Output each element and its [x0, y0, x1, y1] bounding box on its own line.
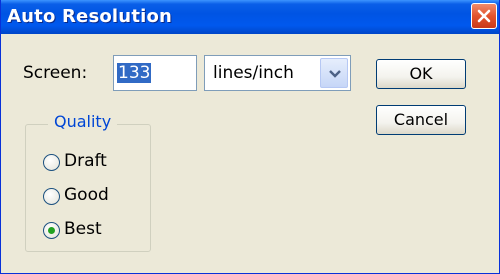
draft-radio[interactable] [43, 154, 60, 171]
good-label: Good [64, 185, 109, 205]
best-radio[interactable] [43, 222, 60, 239]
quality-legend: Quality [48, 112, 118, 131]
units-value: lines/inch [213, 63, 294, 83]
draft-label: Draft [64, 151, 107, 171]
best-label: Best [64, 219, 102, 239]
auto-resolution-dialog: Auto Resolution Screen: 133 lines/inch O… [0, 0, 500, 274]
units-dropdown-button[interactable] [320, 58, 348, 88]
chevron-down-icon [329, 70, 341, 78]
close-button[interactable] [471, 3, 497, 29]
screen-input[interactable]: 133 [113, 55, 197, 91]
window-title: Auto Resolution [7, 6, 173, 27]
good-radio[interactable] [43, 188, 60, 205]
cancel-button[interactable]: Cancel [376, 105, 466, 135]
screen-label: Screen: [23, 63, 88, 83]
title-bar[interactable]: Auto Resolution [1, 0, 499, 34]
units-select[interactable]: lines/inch [204, 55, 351, 91]
screen-value: 133 [117, 63, 152, 83]
ok-button[interactable]: OK [376, 59, 466, 89]
close-icon [477, 9, 491, 23]
radio-selected-dot [48, 227, 55, 234]
